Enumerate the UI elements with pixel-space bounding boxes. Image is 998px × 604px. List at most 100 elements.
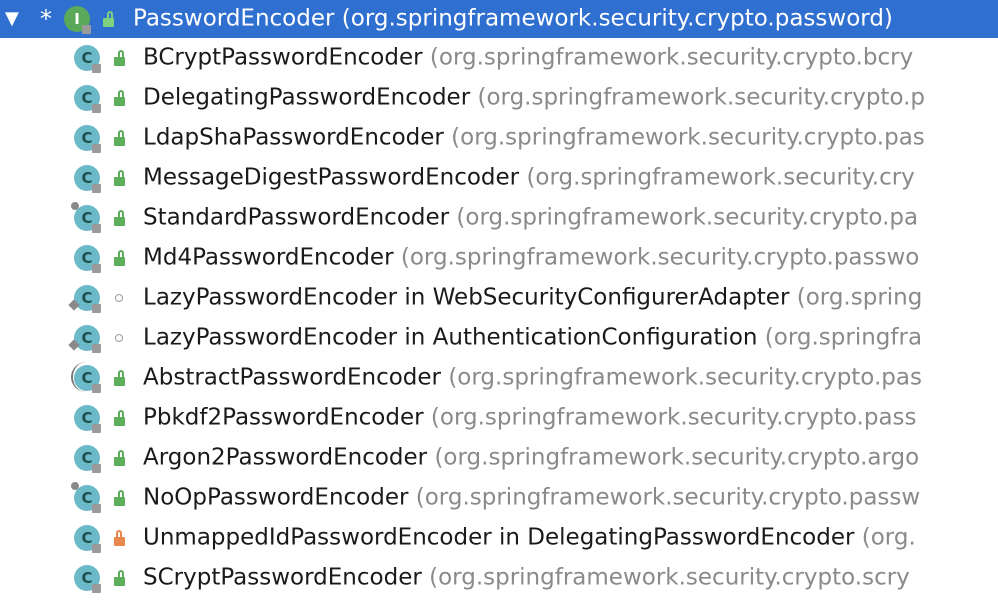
node-label: PasswordEncoder (org.springframework.sec…: [133, 5, 893, 32]
node-label: SCryptPasswordEncoder (org.springframewo…: [143, 564, 910, 591]
lock-badge-icon: [92, 304, 101, 313]
tree-node-child[interactable]: C StandardPasswordEncoder (org.springfram…: [0, 198, 998, 238]
public-lock-icon: [112, 370, 126, 386]
tree-node-child[interactable]: C BCryptPasswordEncoder (org.springframew…: [0, 38, 998, 78]
class-icon: C: [74, 445, 101, 473]
lock-badge-icon: [92, 104, 101, 113]
class-icon: C: [71, 202, 101, 233]
tree-node-child[interactable]: C LazyPasswordEncoder in WebSecurityConfi…: [0, 278, 998, 318]
lock-badge-icon: [92, 184, 101, 193]
lock-badge-icon: [92, 504, 101, 513]
tree-node-root[interactable]: ▼ * I PasswordEncoder (org.springframewo…: [0, 0, 998, 38]
package-private-icon: [112, 290, 126, 306]
lock-badge-icon: [92, 144, 101, 153]
public-lock-icon: [112, 90, 126, 106]
tree-node-child[interactable]: C DelegatingPasswordEncoder (org.springfr…: [0, 78, 998, 118]
lock-badge-icon: [92, 64, 101, 73]
node-name: AbstractPasswordEncoder: [143, 364, 442, 391]
class-icon: C: [74, 165, 101, 193]
node-package: (org.spring: [796, 284, 923, 311]
node-package: (org.springframework.security.crypto.pas: [451, 124, 925, 151]
node-name: MessageDigestPasswordEncoder: [143, 164, 520, 191]
class-icon: C: [74, 45, 101, 73]
private-lock-icon: [112, 530, 126, 546]
class-icon: C: [74, 245, 101, 273]
node-package: (org.springframework.security.crypto.pas…: [430, 404, 917, 431]
tree-node-child[interactable]: C AbstractPasswordEncoder (org.springfram…: [0, 358, 998, 398]
public-lock-icon: [112, 490, 126, 506]
class-icon: C: [74, 405, 101, 433]
node-package: (org.springframework.security.crypto.p: [477, 84, 926, 111]
lock-badge-icon: [92, 584, 101, 593]
node-package: (org.springframework.security.crypto.pa: [456, 204, 919, 231]
node-name: DelegatingPasswordEncoder: [143, 84, 471, 111]
type-hierarchy-tree: ▼ * I PasswordEncoder (org.springframewo…: [0, 0, 998, 604]
node-package: (org.springframework.security.crypto.pas…: [341, 5, 893, 32]
tree-node-child[interactable]: C Md4PasswordEncoder (org.springframework…: [0, 238, 998, 278]
node-label: UnmappedIdPasswordEncoder in DelegatingP…: [143, 524, 916, 551]
public-lock-icon: [101, 11, 115, 27]
node-name: PasswordEncoder: [133, 5, 335, 32]
public-lock-icon: [112, 170, 126, 186]
lock-badge-icon: [92, 344, 101, 353]
node-label: LazyPasswordEncoder in WebSecurityConfig…: [143, 284, 923, 311]
public-lock-icon: [112, 450, 126, 466]
node-package: (org.springframework.security.crypto.bcr…: [429, 44, 914, 71]
node-package: (org.springframework.security.crypto.pas: [448, 364, 922, 391]
tree-node-child[interactable]: C Pbkdf2PasswordEncoder (org.springframew…: [0, 398, 998, 438]
tree-node-child[interactable]: C SCryptPasswordEncoder (org.springframew…: [0, 558, 998, 598]
node-name: LdapShaPasswordEncoder: [143, 124, 444, 151]
node-name: UnmappedIdPasswordEncoder in DelegatingP…: [143, 524, 855, 551]
node-package: (org.: [861, 524, 916, 551]
public-lock-icon: [112, 50, 126, 66]
class-icon: C: [68, 325, 101, 353]
class-icon: C: [74, 565, 101, 593]
node-package: (org.springframework.security.crypto.pas…: [400, 244, 920, 271]
node-label: BCryptPasswordEncoder (org.springframewo…: [143, 44, 914, 71]
node-name: Pbkdf2PasswordEncoder: [143, 404, 424, 431]
node-name: LazyPasswordEncoder in AuthenticationCon…: [143, 324, 758, 351]
class-icon: C: [71, 362, 101, 393]
node-label: MessageDigestPasswordEncoder (org.spring…: [143, 164, 915, 191]
node-package: (org.springframework.security.cry: [526, 164, 915, 191]
deprecated-marker-icon: [71, 202, 79, 210]
node-package: (org.springframework.security.crypto.scr…: [429, 564, 910, 591]
interface-icon: I: [64, 6, 91, 34]
tree-node-child[interactable]: C MessageDigestPasswordEncoder (org.sprin…: [0, 158, 998, 198]
public-lock-icon: [112, 130, 126, 146]
lock-badge-icon: [92, 464, 101, 473]
tree-node-child[interactable]: C Argon2PasswordEncoder (org.springframew…: [0, 438, 998, 478]
public-lock-icon: [112, 250, 126, 266]
node-label: LdapShaPasswordEncoder (org.springframew…: [143, 124, 925, 151]
node-name: Argon2PasswordEncoder: [143, 444, 428, 471]
node-label: NoOpPasswordEncoder (org.springframework…: [143, 484, 921, 511]
node-label: Pbkdf2PasswordEncoder (org.springframewo…: [143, 404, 917, 431]
tree-node-child[interactable]: C LdapShaPasswordEncoder (org.springframe…: [0, 118, 998, 158]
current-node-star-icon: *: [40, 5, 52, 33]
node-name: Md4PasswordEncoder: [143, 244, 394, 271]
tree-node-child[interactable]: C UnmappedIdPasswordEncoder in Delegating…: [0, 518, 998, 558]
class-icon: C: [74, 85, 101, 113]
node-label: Md4PasswordEncoder (org.springframework.…: [143, 244, 920, 271]
tree-node-child[interactable]: C LazyPasswordEncoder in AuthenticationCo…: [0, 318, 998, 358]
deprecated-marker-icon: [71, 482, 79, 490]
tree-node-child[interactable]: C NoOpPasswordEncoder (org.springframewor…: [0, 478, 998, 518]
class-icon: C: [74, 525, 101, 553]
lock-badge-icon: [92, 224, 101, 233]
lock-badge-icon: [92, 424, 101, 433]
collapse-arrow-icon[interactable]: ▼: [5, 10, 19, 28]
public-lock-icon: [112, 210, 126, 226]
package-private-icon: [112, 330, 126, 346]
class-icon: C: [68, 285, 101, 313]
node-label: AbstractPasswordEncoder (org.springframe…: [143, 364, 922, 391]
node-label: LazyPasswordEncoder in AuthenticationCon…: [143, 324, 922, 351]
node-name: SCryptPasswordEncoder: [143, 564, 422, 591]
lock-badge-icon: [92, 544, 101, 553]
class-icon: C: [74, 125, 101, 153]
public-lock-icon: [112, 570, 126, 586]
node-label: DelegatingPasswordEncoder (org.springfra…: [143, 84, 926, 111]
node-package: (org.springframework.security.crypto.pas…: [415, 484, 921, 511]
public-lock-icon: [112, 410, 126, 426]
node-label: Argon2PasswordEncoder (org.springframewo…: [143, 444, 920, 471]
node-package: (org.springframework.security.crypto.arg…: [434, 444, 920, 471]
